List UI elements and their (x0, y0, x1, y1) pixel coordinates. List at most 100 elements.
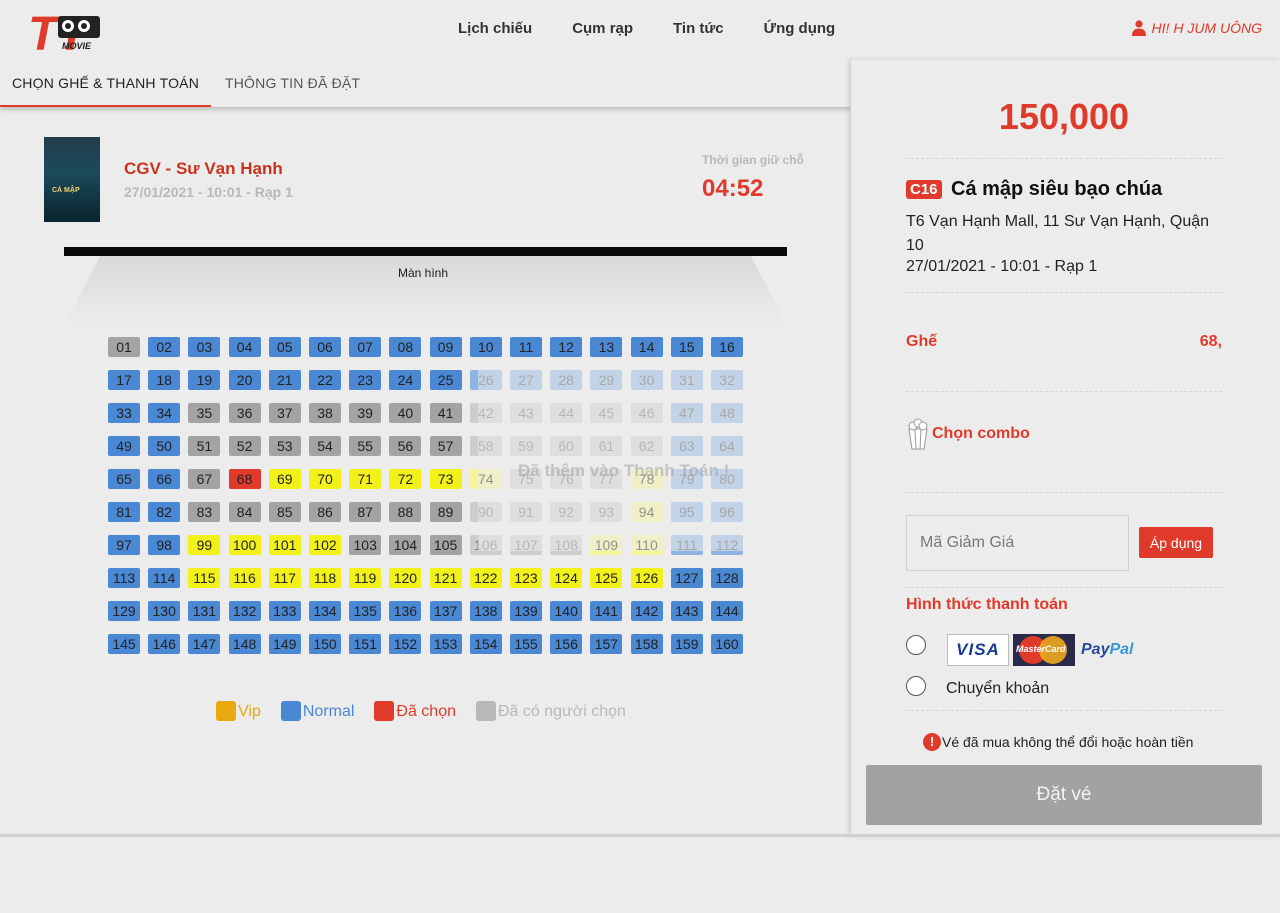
seat-2[interactable]: 02 (148, 337, 181, 357)
seat-122[interactable]: 122 (469, 568, 502, 588)
seat-127[interactable]: 127 (670, 568, 703, 588)
seat-101[interactable]: 101 (268, 535, 301, 555)
seat-97[interactable]: 97 (108, 535, 140, 555)
seat-4[interactable]: 04 (228, 337, 261, 357)
tab-booked-info[interactable]: THÔNG TIN ĐÃ ĐẶT (213, 60, 372, 107)
seat-117[interactable]: 117 (268, 568, 301, 588)
seat-34[interactable]: 34 (148, 403, 181, 423)
seat-140[interactable]: 140 (550, 601, 583, 621)
seat-65[interactable]: 65 (108, 469, 140, 489)
seat-19[interactable]: 19 (188, 370, 221, 390)
seat-160[interactable]: 160 (711, 634, 743, 654)
seat-151[interactable]: 151 (349, 634, 382, 654)
seat-138[interactable]: 138 (469, 601, 502, 621)
nav-news[interactable]: Tin tức (673, 20, 724, 37)
seat-114[interactable]: 114 (148, 568, 181, 588)
seat-71[interactable]: 71 (349, 469, 382, 489)
seat-124[interactable]: 124 (550, 568, 583, 588)
seat-3[interactable]: 03 (188, 337, 221, 357)
seat-113[interactable]: 113 (108, 568, 140, 588)
seat-126[interactable]: 126 (630, 568, 663, 588)
seat-6[interactable]: 06 (309, 337, 341, 357)
seat-142[interactable]: 142 (630, 601, 663, 621)
seat-119[interactable]: 119 (349, 568, 382, 588)
seat-10[interactable]: 10 (469, 337, 502, 357)
seat-21[interactable]: 21 (268, 370, 301, 390)
nav-showtimes[interactable]: Lịch chiếu (458, 20, 532, 37)
nav-apps[interactable]: Ứng dụng (764, 20, 836, 37)
seat-149[interactable]: 149 (268, 634, 301, 654)
seat-135[interactable]: 135 (349, 601, 382, 621)
seat-99[interactable]: 99 (188, 535, 221, 555)
seat-152[interactable]: 152 (389, 634, 422, 654)
seat-33[interactable]: 33 (108, 403, 140, 423)
seat-157[interactable]: 157 (590, 634, 623, 654)
seat-8[interactable]: 08 (389, 337, 422, 357)
seat-136[interactable]: 136 (389, 601, 422, 621)
seat-120[interactable]: 120 (389, 568, 422, 588)
logo[interactable]: TT MOVIE (28, 4, 108, 61)
apply-promo-button[interactable]: Áp dụng (1139, 527, 1213, 558)
seat-156[interactable]: 156 (550, 634, 583, 654)
seat-154[interactable]: 154 (469, 634, 502, 654)
seat-144[interactable]: 144 (711, 601, 743, 621)
seat-70[interactable]: 70 (309, 469, 341, 489)
tab-select-seat-payment[interactable]: CHỌN GHẾ & THANH TOÁN (0, 60, 212, 107)
seat-125[interactable]: 125 (590, 568, 623, 588)
seat-24[interactable]: 24 (389, 370, 422, 390)
seat-155[interactable]: 155 (510, 634, 542, 654)
seat-159[interactable]: 159 (670, 634, 703, 654)
seat-123[interactable]: 123 (510, 568, 542, 588)
seat-131[interactable]: 131 (188, 601, 221, 621)
seat-147[interactable]: 147 (188, 634, 221, 654)
seat-132[interactable]: 132 (228, 601, 261, 621)
seat-50[interactable]: 50 (148, 436, 181, 456)
seat-150[interactable]: 150 (309, 634, 341, 654)
seat-130[interactable]: 130 (148, 601, 181, 621)
combo-selector[interactable]: Chọn combo (906, 418, 1030, 450)
seat-17[interactable]: 17 (108, 370, 140, 390)
nav-cinemas[interactable]: Cụm rạp (572, 20, 633, 37)
seat-68[interactable]: 68 (228, 469, 261, 489)
seat-81[interactable]: 81 (108, 502, 140, 522)
seat-73[interactable]: 73 (429, 469, 462, 489)
seat-7[interactable]: 07 (349, 337, 382, 357)
seat-23[interactable]: 23 (349, 370, 382, 390)
seat-82[interactable]: 82 (148, 502, 181, 522)
seat-12[interactable]: 12 (550, 337, 583, 357)
seat-66[interactable]: 66 (148, 469, 181, 489)
seat-141[interactable]: 141 (590, 601, 623, 621)
seat-128[interactable]: 128 (711, 568, 743, 588)
seat-13[interactable]: 13 (590, 337, 623, 357)
seat-121[interactable]: 121 (429, 568, 462, 588)
seat-102[interactable]: 102 (309, 535, 341, 555)
book-ticket-button[interactable]: Đặt vé (866, 765, 1262, 825)
seat-116[interactable]: 116 (228, 568, 261, 588)
seat-5[interactable]: 05 (268, 337, 301, 357)
seat-146[interactable]: 146 (148, 634, 181, 654)
seat-72[interactable]: 72 (389, 469, 422, 489)
seat-118[interactable]: 118 (309, 568, 341, 588)
seat-133[interactable]: 133 (268, 601, 301, 621)
seat-139[interactable]: 139 (510, 601, 542, 621)
seat-143[interactable]: 143 (670, 601, 703, 621)
seat-148[interactable]: 148 (228, 634, 261, 654)
seat-158[interactable]: 158 (630, 634, 663, 654)
seat-129[interactable]: 129 (108, 601, 140, 621)
user-menu[interactable]: HI! H JUM UÔNG (1131, 20, 1262, 36)
seat-20[interactable]: 20 (228, 370, 261, 390)
seat-137[interactable]: 137 (429, 601, 462, 621)
seat-14[interactable]: 14 (630, 337, 663, 357)
seat-11[interactable]: 11 (510, 337, 542, 357)
seat-100[interactable]: 100 (228, 535, 261, 555)
payment-transfer-radio[interactable] (906, 676, 926, 696)
seat-134[interactable]: 134 (309, 601, 341, 621)
seat-25[interactable]: 25 (429, 370, 462, 390)
seat-18[interactable]: 18 (148, 370, 181, 390)
seat-49[interactable]: 49 (108, 436, 140, 456)
promo-code-input[interactable] (906, 515, 1129, 571)
seat-98[interactable]: 98 (148, 535, 181, 555)
seat-145[interactable]: 145 (108, 634, 140, 654)
seat-115[interactable]: 115 (188, 568, 221, 588)
seat-15[interactable]: 15 (670, 337, 703, 357)
